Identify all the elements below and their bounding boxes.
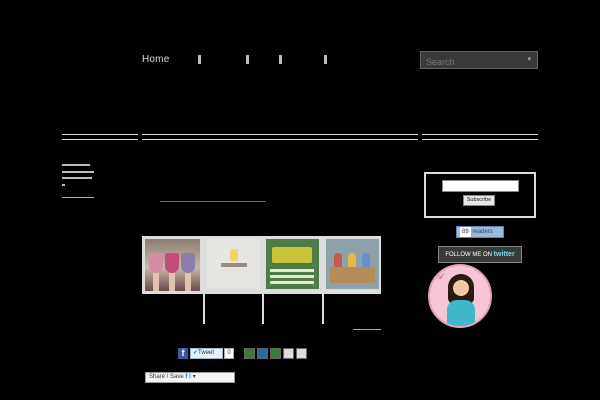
post-meta-line (160, 201, 266, 202)
left-divider (62, 134, 138, 140)
share-save-button[interactable]: Share / Save f t ▾ (145, 372, 235, 383)
nav-item-2[interactable] (198, 55, 201, 64)
search-box: ▾ (420, 51, 538, 70)
tweet-button[interactable]: ✔Tweet (190, 348, 223, 359)
photo-fashion-skirts[interactable] (145, 239, 200, 291)
nav-home-link[interactable]: Home (142, 54, 169, 65)
left-title-line-4 (62, 184, 65, 186)
linkedin-share-icon[interactable] (257, 348, 268, 359)
twitter-icon: t (189, 374, 192, 380)
email-subscribe-input[interactable] (442, 180, 519, 192)
chevron-down-icon: ▾ (192, 374, 196, 380)
feed-reader-badge[interactable]: 89 readers (456, 226, 504, 238)
left-title-line-3 (62, 177, 92, 179)
photo-desk-lamp[interactable] (207, 239, 260, 289)
follow-twitter-button[interactable]: FOLLOW ME ON twitter (438, 246, 522, 263)
tweet-label: Tweet (198, 350, 215, 356)
facebook-share-button[interactable]: f (178, 348, 188, 359)
facebook-icon: f (185, 374, 188, 380)
main-divider (142, 134, 418, 140)
subscribe-button[interactable]: Subscribe (463, 195, 495, 206)
search-input[interactable] (421, 54, 522, 70)
left-title-line-1 (62, 164, 90, 166)
script-logo-icon: 𝒜 (434, 272, 443, 282)
photo-classroom[interactable] (326, 239, 379, 289)
nav-item-3[interactable] (246, 55, 249, 64)
post-signature (353, 324, 381, 330)
share-save-label: Share / Save (149, 374, 184, 380)
share-icon-3[interactable] (270, 348, 281, 359)
left-underline (62, 197, 94, 198)
photo-green-poster[interactable] (266, 239, 319, 289)
chevron-down-icon[interactable]: ▾ (527, 55, 531, 63)
left-title-line-2 (62, 171, 94, 173)
feed-label: readers (472, 229, 493, 235)
feed-count: 89 (460, 227, 471, 237)
nav-item-4[interactable] (279, 55, 282, 64)
nav-item-5[interactable] (324, 55, 327, 64)
twitter-logo-text: twitter (493, 251, 515, 258)
avatar[interactable]: 𝒜 (428, 264, 492, 328)
tweet-count: 0 (224, 348, 234, 359)
share-icon-1[interactable] (244, 348, 255, 359)
sidebar-divider (422, 134, 538, 140)
share-icon-4[interactable] (283, 348, 294, 359)
follow-label: FOLLOW ME ON (445, 252, 492, 258)
share-icon-5[interactable] (296, 348, 307, 359)
